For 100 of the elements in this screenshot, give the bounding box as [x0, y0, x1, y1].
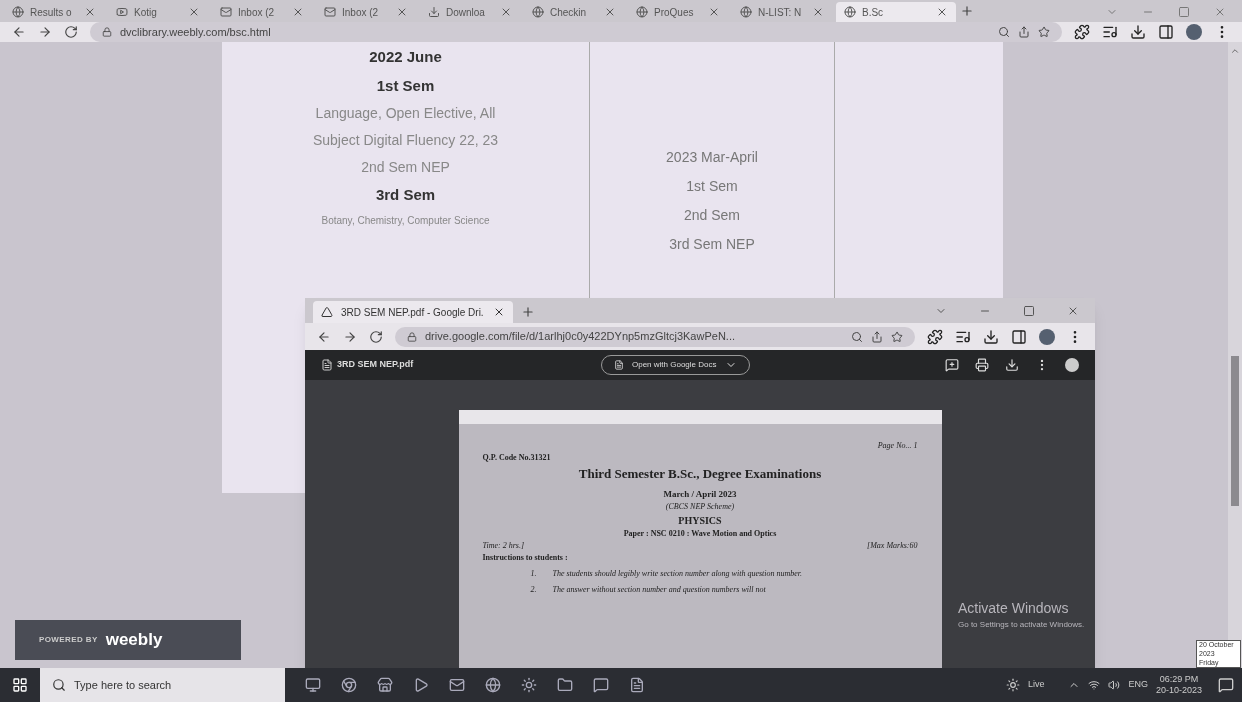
- instructions-heading: Instructions to students :: [482, 552, 569, 564]
- close-icon[interactable]: [708, 6, 720, 18]
- taskbar-app-icon[interactable]: [629, 677, 645, 693]
- forward-arrow-icon[interactable]: [343, 329, 357, 344]
- volume-icon[interactable]: [1108, 679, 1121, 691]
- forward-arrow-icon[interactable]: [38, 25, 52, 39]
- start-icon[interactable]: [12, 677, 28, 693]
- address-bar[interactable]: drive.google.com/file/d/1arlhj0c0y422DYnp5mzGltcj3KawPeN...: [395, 326, 915, 347]
- lock-icon: [407, 331, 417, 342]
- notifications-icon[interactable]: [1218, 677, 1234, 693]
- reload-icon[interactable]: [369, 329, 383, 344]
- taskbar-app-icon[interactable]: [449, 677, 465, 693]
- network-icon[interactable]: [1088, 679, 1101, 691]
- list-icon[interactable]: [1102, 24, 1118, 40]
- lock-icon: [102, 27, 112, 37]
- maximize-icon[interactable]: [1178, 6, 1190, 18]
- instruction-text: The students should legibly write section number along with question number.: [552, 568, 804, 580]
- weather-icon[interactable]: [1005, 678, 1020, 692]
- address-bar[interactable]: dvclibrary.weebly.com/bsc.html: [90, 22, 1062, 42]
- star-icon[interactable]: [891, 330, 903, 343]
- scrollbar-thumb[interactable]: [1231, 356, 1239, 506]
- maximize-icon[interactable]: [1023, 305, 1035, 317]
- browser-tab[interactable]: B.Sc: [836, 2, 956, 22]
- close-icon[interactable]: [188, 6, 200, 18]
- taskbar-app-icon[interactable]: [557, 677, 573, 693]
- tab-favicon-icon: [636, 6, 648, 18]
- puzzle-icon[interactable]: [927, 328, 943, 345]
- search-icon[interactable]: [998, 26, 1010, 38]
- exam-scheme: (CBCS NEP Scheme): [665, 501, 735, 513]
- print-icon[interactable]: [975, 358, 989, 372]
- profile-avatar[interactable]: [1039, 328, 1055, 345]
- weebly-badge[interactable]: POWERED BY weebly: [15, 620, 241, 660]
- share-icon[interactable]: [871, 330, 883, 343]
- reload-icon[interactable]: [64, 25, 78, 39]
- exam-link[interactable]: Language, Open Elective, All: [315, 103, 496, 124]
- back-arrow-icon[interactable]: [12, 25, 26, 39]
- search-field[interactable]: Type here to search: [40, 668, 285, 702]
- search-icon[interactable]: [851, 330, 863, 343]
- taskbar-app-icon[interactable]: [485, 677, 501, 693]
- item-number: 2.: [530, 584, 537, 596]
- close-icon[interactable]: [292, 6, 304, 18]
- comment-icon[interactable]: [945, 358, 959, 372]
- taskbar-app-icon[interactable]: [305, 677, 321, 693]
- exam-title: Third Semester B.Sc., Degree Examinations: [578, 465, 822, 483]
- page-number: Page No... 1: [877, 440, 918, 452]
- exam-link[interactable]: 2nd Sem: [683, 205, 740, 226]
- side-panel-icon[interactable]: [1011, 328, 1027, 345]
- exam-link[interactable]: 2023 Mar-April: [666, 147, 758, 168]
- star-icon[interactable]: [1038, 26, 1050, 38]
- profile-avatar[interactable]: [1065, 358, 1079, 372]
- exam-link[interactable]: 3rd Sem: [375, 184, 436, 207]
- exam-link[interactable]: 2022 June: [369, 46, 442, 69]
- taskbar-app-icon[interactable]: [341, 677, 357, 693]
- browser-tab[interactable]: 3RD SEM NEP.pdf - Google Dri.: [313, 301, 513, 323]
- exam-link[interactable]: 3rd Sem NEP: [669, 234, 755, 255]
- paper-title: Paper : NSC 0210 : Wave Motion and Optics: [623, 528, 777, 540]
- new-tab-icon[interactable]: [521, 305, 535, 319]
- close-icon[interactable]: [396, 6, 408, 18]
- docs-icon: [614, 360, 624, 370]
- exam-link[interactable]: Botany, Chemistry, Computer Science: [321, 212, 490, 228]
- weather-label[interactable]: Live: [1027, 678, 1045, 692]
- profile-avatar[interactable]: [1186, 24, 1202, 40]
- download-icon[interactable]: [1130, 24, 1146, 40]
- activation-title: Activate Windows: [958, 599, 1070, 618]
- tab-favicon-icon: [324, 6, 336, 18]
- taskbar-app-icon[interactable]: [377, 677, 393, 693]
- browser-tab[interactable]: Inbox (2: [212, 2, 312, 22]
- clock[interactable]: 06:29 PM 20-10-2023: [1155, 673, 1202, 697]
- new-tab-icon[interactable]: [960, 4, 974, 18]
- puzzle-icon[interactable]: [1074, 24, 1090, 40]
- browser-tab[interactable]: ProQues: [628, 2, 728, 22]
- download-icon[interactable]: [1005, 358, 1019, 372]
- browser-tab[interactable]: Inbox (2: [316, 2, 416, 22]
- scroll-up-icon[interactable]: [1230, 46, 1240, 56]
- close-icon[interactable]: [936, 6, 948, 18]
- exam-link[interactable]: Subject Digital Fluency 22, 23: [312, 130, 499, 151]
- close-icon[interactable]: [812, 6, 824, 18]
- side-panel-icon[interactable]: [1158, 24, 1174, 40]
- close-icon[interactable]: [493, 306, 505, 318]
- browser-tab[interactable]: Downloa: [420, 2, 520, 22]
- exam-link[interactable]: 1st Sem: [376, 74, 435, 97]
- close-icon[interactable]: [604, 6, 616, 18]
- max-marks: [Max Marks:60: [867, 540, 918, 552]
- close-icon[interactable]: [1067, 305, 1079, 317]
- taskbar-app-icon[interactable]: [593, 677, 609, 693]
- browser-tab[interactable]: Checkin: [524, 2, 624, 22]
- taskbar-app-icon[interactable]: [413, 677, 429, 693]
- exam-time: Time: 2 hrs.]: [482, 540, 525, 552]
- close-icon[interactable]: [500, 6, 512, 18]
- exam-link[interactable]: 1st Sem: [686, 176, 738, 197]
- download-icon[interactable]: [983, 328, 999, 345]
- browser-tab[interactable]: Kotig: [108, 2, 208, 22]
- tab-favicon-icon: [220, 6, 232, 18]
- share-icon[interactable]: [1018, 26, 1030, 38]
- browser-tab[interactable]: Results o: [4, 2, 104, 22]
- taskbar-app-icon[interactable]: [521, 677, 537, 693]
- browser-tab[interactable]: N-LIST: N: [732, 2, 832, 22]
- language-indicator[interactable]: ENG: [1128, 678, 1148, 692]
- close-icon[interactable]: [84, 6, 96, 18]
- exam-link[interactable]: 2nd Sem NEP: [361, 157, 450, 178]
